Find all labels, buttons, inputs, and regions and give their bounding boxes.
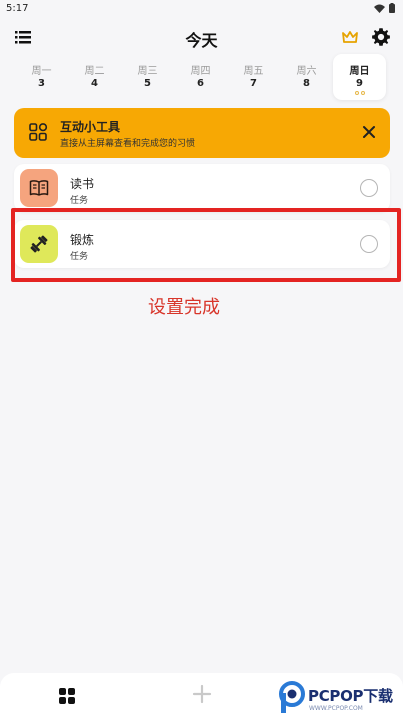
day-thu[interactable]: 周四 6 (174, 54, 227, 100)
day-number: 8 (303, 78, 310, 89)
watermark-brand: PCPOP下载 (308, 687, 393, 705)
book-icon (29, 180, 49, 196)
day-number: 4 (91, 78, 98, 89)
day-number: 6 (197, 78, 204, 89)
day-mon[interactable]: 周一 3 (15, 54, 68, 100)
progress-dots (333, 91, 386, 95)
progress-dot (354, 91, 359, 95)
day-wed[interactable]: 周三 5 (121, 54, 174, 100)
day-sun-selected[interactable]: 周日 9 (333, 54, 386, 100)
task-card-reading[interactable]: 读书 任务 (14, 164, 390, 212)
task-name: 读书 (70, 177, 95, 191)
task-type: 任务 (70, 196, 89, 206)
watermark-tagline: WWW.PCPOP.COM (309, 705, 363, 712)
day-sat[interactable]: 周六 8 (280, 54, 333, 100)
gear-icon[interactable] (370, 26, 392, 48)
task-complete-checkbox[interactable] (360, 179, 378, 197)
day-name: 周一 (31, 66, 52, 77)
widget-banner[interactable]: 互动小工具 直接从主屏幕查看和完成您的习惯 (14, 108, 390, 158)
status-icons (374, 3, 395, 13)
crown-icon[interactable] (340, 27, 360, 47)
bottom-nav: PCPOP下载 WWW.PCPOP.COM (0, 673, 403, 720)
day-number: 3 (38, 78, 45, 89)
annotation-text: 设置完成 (148, 297, 220, 318)
day-name: 周四 (190, 66, 211, 77)
wifi-icon (374, 4, 385, 13)
widgets-icon (29, 123, 48, 141)
day-tue[interactable]: 周二 4 (68, 54, 121, 100)
day-fri[interactable]: 周五 7 (227, 54, 280, 100)
pcpop-logo-icon (279, 681, 305, 713)
add-icon[interactable] (191, 683, 213, 705)
day-number: 7 (250, 78, 257, 89)
day-name: 周日 (349, 66, 370, 77)
day-name: 周三 (137, 66, 158, 77)
day-name: 周六 (296, 66, 317, 77)
progress-dot (360, 91, 365, 95)
widget-banner-subtitle: 直接从主屏幕查看和完成您的习惯 (60, 139, 196, 149)
grid-icon[interactable] (58, 687, 76, 705)
status-bar: 5:17 (0, 0, 403, 18)
day-name: 周五 (243, 66, 264, 77)
watermark-logo: PCPOP下载 WWW.PCPOP.COM (278, 681, 403, 719)
app-header: 今天 (0, 24, 403, 52)
close-icon[interactable] (360, 123, 378, 141)
day-number: 5 (144, 78, 151, 89)
week-selector: 周一 3 周二 4 周三 5 周四 6 周五 7 周六 8 周日 9 (15, 54, 395, 100)
battery-icon (389, 3, 395, 13)
task-icon-box (20, 169, 58, 207)
status-time: 5:17 (6, 3, 29, 14)
highlight-frame (11, 208, 401, 282)
widget-banner-title: 互动小工具 (60, 120, 121, 134)
day-number: 9 (356, 78, 363, 89)
day-name: 周二 (84, 66, 105, 77)
